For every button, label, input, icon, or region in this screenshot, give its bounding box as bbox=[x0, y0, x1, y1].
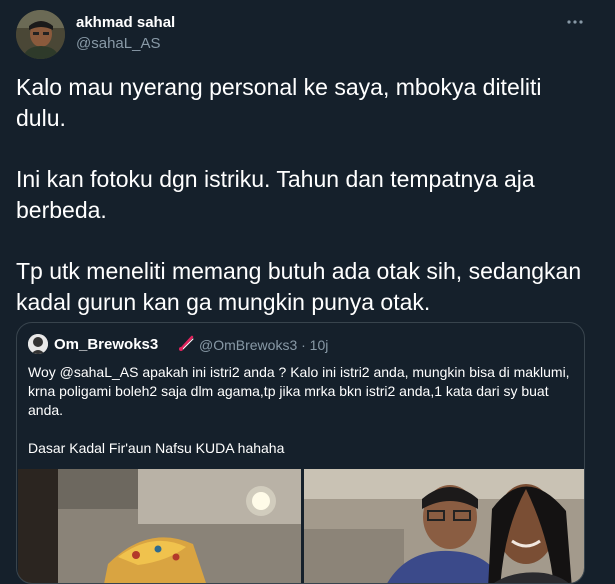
quoted-tweet[interactable]: Om_Brewoks3 @OmBrewoks3 · 10j Woy @sahaL… bbox=[16, 322, 585, 584]
tweet-text: Kalo mau nyerang personal ke saya, mboky… bbox=[16, 72, 596, 348]
quoted-photo-2[interactable] bbox=[304, 469, 584, 583]
quoted-paragraph: Dasar Kadal Fir'aun Nafsu KUDA hahaha bbox=[28, 440, 285, 456]
brush-icon bbox=[177, 334, 195, 352]
ellipsis-icon[interactable] bbox=[566, 13, 584, 31]
author-handle[interactable]: @sahaL_AS bbox=[76, 35, 160, 52]
tweet-paragraph: Tp utk meneliti memang butuh ada otak si… bbox=[16, 258, 582, 315]
quoted-author-name[interactable]: Om_Brewoks3 bbox=[54, 336, 158, 353]
quoted-photo-1[interactable] bbox=[18, 469, 301, 583]
tweet-paragraph: Ini kan fotoku dgn istriku. Tahun dan te… bbox=[16, 166, 535, 223]
tweet-paragraph: Kalo mau nyerang personal ke saya, mboky… bbox=[16, 74, 542, 131]
author-name[interactable]: akhmad sahal bbox=[76, 14, 175, 31]
quoted-paragraph: Woy @sahaL_AS apakah ini istri2 anda ? K… bbox=[28, 364, 570, 418]
quoted-text: Woy @sahaL_AS apakah ini istri2 anda ? K… bbox=[28, 363, 576, 477]
quoted-handle-time: @OmBrewoks3 · 10j bbox=[199, 337, 329, 353]
author-avatar[interactable] bbox=[16, 10, 65, 59]
quoted-author-avatar[interactable] bbox=[28, 334, 48, 354]
